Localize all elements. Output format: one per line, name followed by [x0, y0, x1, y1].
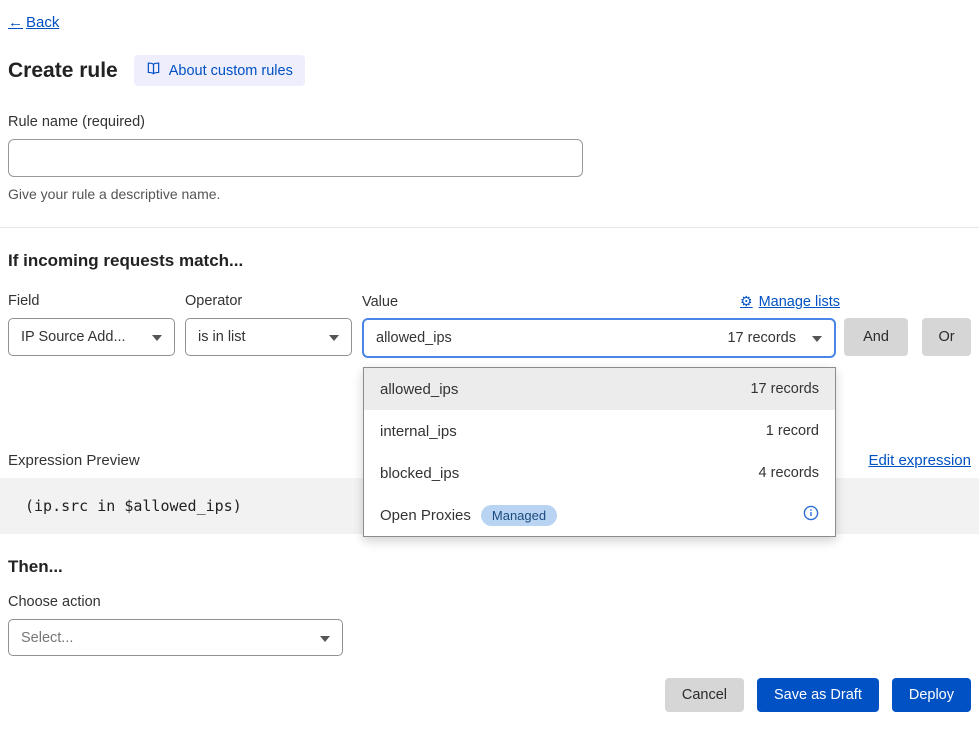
book-icon: [146, 61, 161, 80]
footer-actions: Cancel Save as Draft Deploy: [8, 678, 971, 712]
chevron-down-icon: [152, 329, 162, 345]
match-labels-row: Field Operator Value ⚙ Manage lists: [8, 293, 971, 310]
title-row: Create rule About custom rules: [8, 55, 971, 86]
rule-name-help: Give your rule a descriptive name.: [8, 186, 971, 202]
list-item-name: Open Proxies: [380, 507, 471, 524]
list-item-internal-ips[interactable]: internal_ips 1 record: [364, 410, 835, 452]
chevron-down-icon: [812, 330, 822, 346]
expression-preview-label: Expression Preview: [8, 452, 140, 469]
field-select-value: IP Source Add...: [21, 329, 126, 345]
save-as-draft-button[interactable]: Save as Draft: [757, 678, 879, 712]
value-select-wrap: allowed_ips 17 records allowed_ips 17 re…: [362, 318, 836, 358]
rule-name-input[interactable]: [8, 139, 583, 177]
chevron-down-icon: [329, 329, 339, 345]
list-item-open-proxies[interactable]: Open Proxies Managed: [364, 494, 835, 536]
list-item-name: allowed_ips: [380, 381, 458, 398]
page-title: Create rule: [8, 59, 118, 83]
list-item-records: 4 records: [759, 465, 819, 481]
value-select[interactable]: allowed_ips 17 records: [362, 318, 836, 358]
list-item-allowed-ips[interactable]: allowed_ips 17 records: [364, 368, 835, 410]
about-custom-rules-link[interactable]: About custom rules: [134, 55, 305, 86]
about-custom-rules-label: About custom rules: [169, 63, 293, 79]
and-button[interactable]: And: [844, 318, 908, 356]
expression-code: (ip.src in $allowed_ips): [25, 497, 242, 515]
back-label: Back: [26, 14, 59, 31]
edit-expression-link[interactable]: Edit expression: [868, 452, 971, 469]
list-item-blocked-ips[interactable]: blocked_ips 4 records: [364, 452, 835, 494]
create-rule-page: ←Back Create rule About custom rules Rul…: [0, 0, 979, 712]
back-link[interactable]: ←Back: [8, 14, 59, 31]
match-controls-row: IP Source Add... is in list allowed_ips …: [8, 318, 971, 358]
field-select[interactable]: IP Source Add...: [8, 318, 175, 356]
operator-select[interactable]: is in list: [185, 318, 352, 356]
back-arrow-icon: ←: [8, 14, 23, 31]
operator-label: Operator: [185, 293, 362, 310]
operator-select-value: is in list: [198, 329, 246, 345]
field-label: Field: [8, 293, 185, 310]
info-icon[interactable]: [803, 505, 819, 525]
value-select-detail: 17 records: [727, 330, 796, 346]
value-label: Value: [362, 294, 398, 310]
gear-icon: ⚙: [740, 293, 753, 310]
deploy-button[interactable]: Deploy: [892, 678, 971, 712]
then-section-heading: Then...: [8, 557, 971, 577]
cancel-button[interactable]: Cancel: [665, 678, 744, 712]
list-dropdown: allowed_ips 17 records internal_ips 1 re…: [363, 367, 836, 537]
or-button[interactable]: Or: [922, 318, 971, 356]
managed-badge: Managed: [481, 505, 557, 526]
list-item-name: internal_ips: [380, 423, 457, 440]
chevron-down-icon: [320, 630, 330, 646]
section-divider: [0, 227, 979, 228]
manage-lists-label: Manage lists: [759, 294, 840, 310]
list-item-records: 17 records: [750, 381, 819, 397]
match-section-heading: If incoming requests match...: [8, 251, 971, 271]
rule-name-label: Rule name (required): [8, 114, 971, 130]
manage-lists-link[interactable]: ⚙ Manage lists: [740, 293, 840, 310]
choose-action-label: Choose action: [8, 594, 971, 610]
list-item-name: blocked_ips: [380, 465, 459, 482]
action-select[interactable]: Select...: [8, 619, 343, 656]
action-select-placeholder: Select...: [21, 630, 73, 646]
value-select-value: allowed_ips: [376, 330, 452, 346]
list-item-records: 1 record: [766, 423, 819, 439]
